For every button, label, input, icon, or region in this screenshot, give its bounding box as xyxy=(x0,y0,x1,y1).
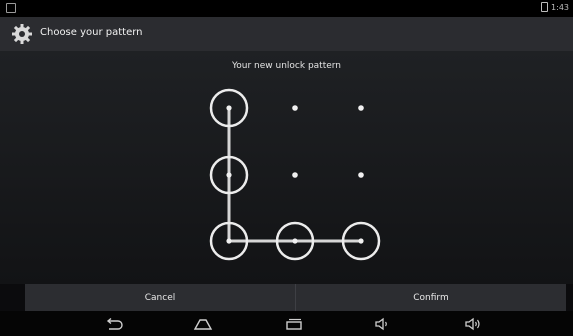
clock: 1:43 xyxy=(551,2,569,12)
status-right: 1:43 xyxy=(541,2,569,12)
page-title: Choose your pattern xyxy=(40,27,143,38)
cancel-button[interactable]: Cancel xyxy=(25,284,295,311)
pattern-screen: Your new unlock pattern xyxy=(0,51,573,284)
settings-gear-icon xyxy=(11,23,33,45)
navigation-bar xyxy=(0,311,573,336)
recent-apps-icon[interactable] xyxy=(284,317,304,331)
pattern-dot-6[interactable] xyxy=(358,172,364,178)
pattern-dot-2[interactable] xyxy=(292,105,298,111)
button-bar: Cancel Confirm xyxy=(25,284,566,311)
notification-icon xyxy=(6,3,16,13)
battery-icon xyxy=(541,2,549,12)
volume-down-icon[interactable] xyxy=(373,317,393,331)
home-icon[interactable] xyxy=(193,317,213,331)
pattern-dot-3[interactable] xyxy=(358,105,364,111)
volume-up-icon[interactable] xyxy=(463,317,483,331)
status-bar: 1:43 xyxy=(0,0,573,17)
pattern-dot-5[interactable] xyxy=(292,172,298,178)
back-icon[interactable] xyxy=(104,317,124,331)
pattern-grid[interactable] xyxy=(0,51,573,284)
action-bar: Choose your pattern xyxy=(0,17,573,51)
confirm-button[interactable]: Confirm xyxy=(296,284,566,311)
